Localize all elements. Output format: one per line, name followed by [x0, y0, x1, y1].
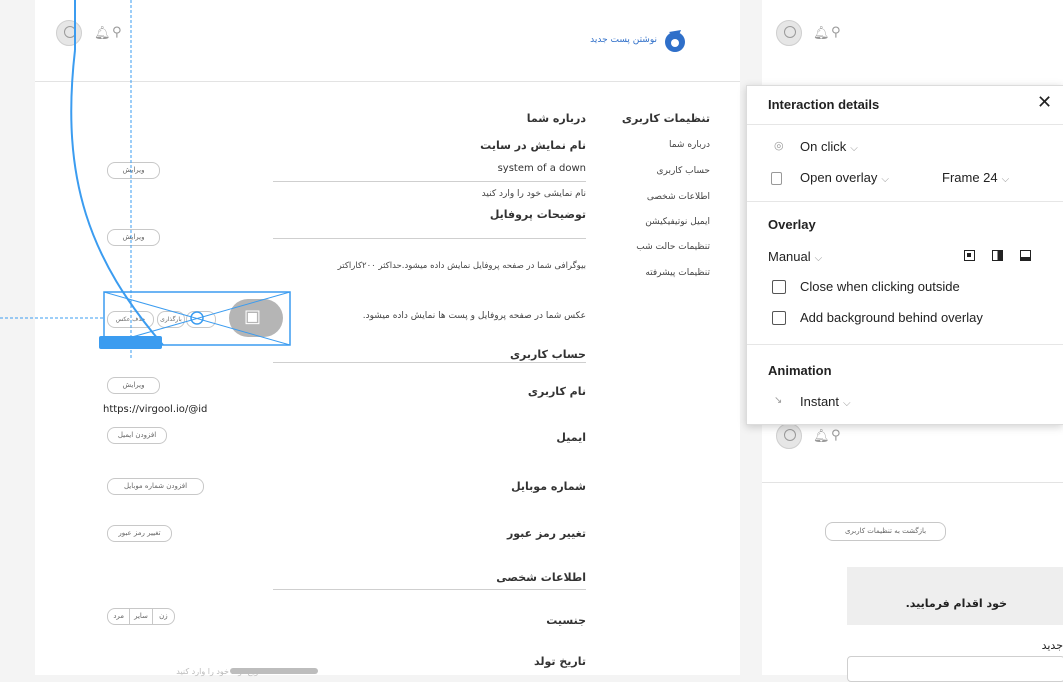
close-outside-label: Close when clicking outside: [800, 279, 960, 294]
about-section-title: درباره شما: [526, 112, 586, 125]
trigger-icon: ◎: [774, 140, 784, 152]
gender-selector[interactable]: زن سایر مرد: [107, 608, 175, 625]
display-name-underline: [273, 181, 586, 182]
add-email-button[interactable]: افزودن ایمیل: [107, 427, 167, 444]
logo-icon: [665, 30, 685, 52]
new-field-label: جدید: [1041, 639, 1063, 652]
birthdate-label: تاریخ تولد: [534, 655, 586, 668]
overlay-section-title: Overlay: [768, 217, 816, 232]
display-name-label: نام نمایش در سایت: [480, 139, 586, 152]
new-field-input[interactable]: [847, 656, 1063, 682]
destination-select[interactable]: Frame 24 ⌵: [942, 170, 1009, 185]
close-outside-checkbox[interactable]: [772, 280, 786, 294]
account-section-title: حساب کاربری: [509, 348, 586, 361]
username-label: نام کاربری: [527, 385, 586, 398]
sidebar-title: تنظیمات کاربری: [621, 112, 710, 125]
logo-text: نوشتن پست جدید: [590, 35, 657, 45]
search-icon-2[interactable]: ⚲: [831, 26, 841, 40]
personal-section-title: اطلاعات شخصی: [496, 571, 586, 584]
sidebar-item-advanced[interactable]: تنظیمات پیشرفته: [645, 268, 710, 278]
personal-divider: [273, 589, 586, 590]
mobile-label: شماره موبایل: [511, 480, 586, 493]
chevron-down-icon: ⌵: [843, 398, 851, 409]
interaction-details-panel: Interaction details ✕ ◎ On click ⌵ Open o…: [746, 85, 1063, 425]
password-label: تغییر رمز عبور: [506, 527, 586, 540]
animation-icon: ↘: [774, 395, 783, 406]
bio-help: بیوگرافی شما در صفحه پروفایل نمایش داده …: [337, 261, 586, 271]
description-underline: [273, 238, 586, 239]
avatar-3[interactable]: [776, 423, 802, 449]
bell-icon-3[interactable]: 🔔︎: [813, 430, 830, 444]
panel-title: Interaction details: [768, 97, 880, 112]
sidebar-item-personal[interactable]: اطلاعات شخصی: [647, 192, 710, 202]
gender-option-male[interactable]: مرد: [108, 609, 129, 624]
logo[interactable]: نوشتن پست جدید: [570, 26, 695, 56]
close-icon[interactable]: ✕: [1037, 92, 1052, 113]
sidebar-item-email-notification[interactable]: ایمیل نوتیفیکیشن: [645, 217, 710, 227]
action-select[interactable]: Open overlay ⌵: [800, 170, 889, 185]
panel-divider-3: [747, 344, 1063, 345]
position-value: Manual: [768, 249, 811, 264]
gender-option-other[interactable]: سایر: [129, 609, 153, 624]
bell-icon-2[interactable]: 🔔︎: [813, 27, 830, 41]
animation-section-title: Animation: [768, 363, 832, 378]
gender-label: جنسیت: [546, 614, 586, 627]
edit-username-button[interactable]: ویرایش: [107, 377, 160, 394]
right-header-divider: [762, 482, 1063, 483]
animation-value: Instant: [800, 394, 840, 409]
chevron-down-icon: ⌵: [850, 143, 858, 154]
destination-value: Frame 24: [942, 170, 998, 185]
sidebar-item-account[interactable]: حساب کاربری: [656, 166, 710, 176]
display-name-help: نام نمایشی خود را وارد کنید: [481, 189, 586, 199]
horizontal-scrollbar[interactable]: [230, 668, 318, 674]
chevron-down-icon: ⌵: [814, 253, 823, 264]
avatar-2[interactable]: [776, 20, 802, 46]
panel-divider-2: [747, 201, 1063, 202]
notice-box: [847, 567, 1063, 625]
gender-option-female[interactable]: زن: [153, 609, 174, 624]
add-mobile-button[interactable]: افزودن شماره موبایل: [107, 478, 204, 495]
photo-help: عکس شما در صفحه پروفایل و پست ها نمایش د…: [362, 311, 586, 321]
account-divider: [273, 362, 586, 363]
prototype-connection: [0, 0, 291, 360]
add-background-checkbox[interactable]: [772, 311, 786, 325]
email-label: ایمیل: [556, 431, 586, 444]
action-value: Open overlay: [800, 170, 878, 185]
username-url: https://virgool.io/@id: [103, 404, 208, 415]
search-icon-3[interactable]: ⚲: [831, 429, 841, 443]
profile-description-label: توضیحات پروفایل: [489, 208, 586, 221]
add-background-label: Add background behind overlay: [800, 310, 983, 325]
change-password-button[interactable]: تغییر رمز عبور: [107, 525, 172, 542]
chevron-down-icon: ⌵: [881, 174, 889, 185]
back-to-settings-button[interactable]: بازگشت به تنظیمات کاربری: [825, 522, 946, 541]
panel-divider-1: [747, 124, 1063, 125]
position-select[interactable]: Manual ⌵: [768, 249, 822, 264]
position-bottom-icon[interactable]: [1020, 250, 1031, 261]
overlay-action-icon: [771, 172, 782, 185]
position-center-icon[interactable]: [964, 250, 975, 261]
animation-select[interactable]: Instant ⌵: [800, 394, 851, 409]
position-right-icon[interactable]: [992, 250, 1003, 261]
chevron-down-icon: ⌵: [1001, 174, 1010, 185]
sidebar-item-about[interactable]: درباره شما: [669, 140, 710, 150]
trigger-select[interactable]: On click ⌵: [800, 139, 858, 154]
trigger-value: On click: [800, 139, 847, 154]
sidebar-item-night-mode[interactable]: تنظیمات حالت شب: [636, 242, 710, 252]
notice-text: خود اقدام فرمایید.: [905, 597, 1007, 610]
display-name-value[interactable]: system of a down: [498, 163, 586, 174]
